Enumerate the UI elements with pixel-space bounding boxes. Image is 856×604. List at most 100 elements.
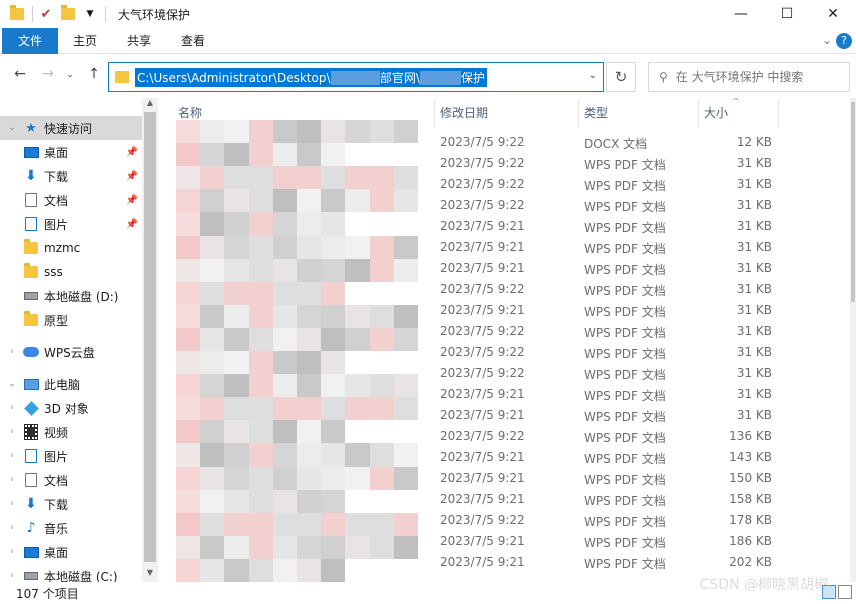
tab-file[interactable]: 文件	[2, 27, 59, 54]
column-divider[interactable]	[434, 100, 435, 126]
sidebar-item-drive-d[interactable]: 本地磁盘 (D:)	[0, 284, 142, 308]
new-folder-icon[interactable]	[59, 5, 77, 23]
expand-icon[interactable]: ›	[6, 403, 18, 413]
expand-icon[interactable]: ›	[6, 547, 18, 557]
sidebar-item-documents-pc[interactable]: › 文档	[0, 468, 142, 492]
table-row[interactable]: 2023/7/5 9:22 DOCX 文档 12 KB	[158, 132, 856, 153]
close-button[interactable]: ✕	[810, 0, 856, 28]
scrollbar-thumb[interactable]	[144, 112, 156, 562]
sidebar-item-downloads-pc[interactable]: › ⬇ 下载	[0, 492, 142, 516]
table-row[interactable]: 2023/7/5 9:21 WPS PDF 文档 31 KB	[158, 300, 856, 321]
sidebar-item-label: 3D 对象	[44, 401, 89, 416]
table-row[interactable]: 2023/7/5 9:22 WPS PDF 文档 136 KB	[158, 426, 856, 447]
file-size: 31 KB	[736, 387, 772, 401]
column-divider[interactable]	[578, 100, 579, 126]
tab-share[interactable]: 共享	[112, 28, 166, 54]
sidebar-item-quick-access[interactable]: ⌄ ★ 快速访问	[0, 116, 142, 140]
column-header-type[interactable]: 类型	[584, 104, 608, 121]
column-header-name[interactable]: 名称	[178, 104, 202, 121]
scroll-down-icon[interactable]: ▼	[142, 568, 158, 582]
expand-icon[interactable]: ›	[6, 499, 18, 509]
expand-ribbon-icon[interactable]: ⌄	[822, 33, 832, 47]
path-end: 保护	[460, 70, 485, 85]
expand-icon[interactable]: ›	[6, 347, 18, 357]
sidebar-item-sss[interactable]: sss	[0, 260, 142, 284]
address-bar[interactable]: C:\Users\Administrator\Desktop\XXXXXX部官网…	[108, 62, 604, 92]
redacted-segment: XXXXXX	[330, 70, 380, 85]
large-icons-view-icon[interactable]	[838, 585, 852, 599]
scrollbar-thumb[interactable]	[851, 102, 855, 302]
folder-icon	[22, 311, 40, 328]
recent-locations-icon[interactable]: ⌄	[60, 70, 80, 80]
sidebar-item-desktop-pc[interactable]: › 桌面	[0, 540, 142, 564]
expand-icon[interactable]: ›	[6, 523, 18, 533]
file-type: WPS PDF 文档	[584, 242, 666, 256]
table-row[interactable]: 2023/7/5 9:22 WPS PDF 文档 31 KB	[158, 342, 856, 363]
sidebar-item-videos[interactable]: › 视频	[0, 420, 142, 444]
table-row[interactable]: 2023/7/5 9:21 WPS PDF 文档 31 KB	[158, 237, 856, 258]
expand-icon[interactable]: ›	[6, 427, 18, 437]
sidebar-item-downloads[interactable]: ⬇ 下载 📌	[0, 164, 142, 188]
table-row[interactable]: 2023/7/5 9:21 WPS PDF 文档 31 KB	[158, 405, 856, 426]
sidebar-item-mzmc[interactable]: mzmc	[0, 236, 142, 260]
table-row[interactable]: 2023/7/5 9:21 WPS PDF 文档 158 KB	[158, 489, 856, 510]
table-row[interactable]: 2023/7/5 9:22 WPS PDF 文档 31 KB	[158, 153, 856, 174]
search-input[interactable]	[675, 70, 836, 84]
tab-home[interactable]: 主页	[58, 28, 112, 54]
details-view-icon[interactable]	[822, 585, 836, 599]
maximize-button[interactable]: ☐	[764, 0, 810, 28]
file-size: 31 KB	[736, 282, 772, 296]
sidebar-item-3d-objects[interactable]: › 3D 对象	[0, 396, 142, 420]
sidebar-item-music[interactable]: › ♪ 音乐	[0, 516, 142, 540]
column-divider[interactable]	[698, 100, 699, 126]
tab-view[interactable]: 查看	[166, 28, 220, 54]
properties-icon[interactable]: ✔	[37, 5, 55, 23]
sidebar-item-drive-c[interactable]: › 本地磁盘 (C:)	[0, 564, 142, 583]
table-row[interactable]: 2023/7/5 9:22 WPS PDF 文档 31 KB	[158, 279, 856, 300]
file-type: WPS PDF 文档	[584, 305, 666, 319]
table-row[interactable]: 2023/7/5 9:22 WPS PDF 文档 178 KB	[158, 510, 856, 531]
table-row[interactable]: 2023/7/5 9:21 WPS PDF 文档 150 KB	[158, 468, 856, 489]
column-header-size[interactable]: 大小	[704, 104, 728, 121]
column-header-date[interactable]: 修改日期	[440, 104, 488, 121]
sidebar-scrollbar[interactable]: ▲ ▼	[142, 98, 158, 582]
table-row[interactable]: 2023/7/5 9:21 WPS PDF 文档 143 KB	[158, 447, 856, 468]
sidebar-item-this-pc[interactable]: ⌄ 此电脑	[0, 372, 142, 396]
table-row[interactable]: 2023/7/5 9:21 WPS PDF 文档 31 KB	[158, 216, 856, 237]
drive-icon	[22, 568, 40, 582]
table-row[interactable]: 2023/7/5 9:21 WPS PDF 文档 31 KB	[158, 258, 856, 279]
table-row[interactable]: 2023/7/5 9:21 WPS PDF 文档 31 KB	[158, 384, 856, 405]
minimize-button[interactable]: —	[718, 0, 764, 28]
address-dropdown-icon[interactable]: ⌄	[589, 70, 597, 81]
table-row[interactable]: 2023/7/5 9:22 WPS PDF 文档 31 KB	[158, 321, 856, 342]
file-size: 31 KB	[736, 366, 772, 380]
expand-icon[interactable]: ›	[6, 571, 18, 581]
forward-arrow-icon[interactable]: →	[38, 66, 58, 82]
table-row[interactable]: 2023/7/5 9:22 WPS PDF 文档 31 KB	[158, 363, 856, 384]
column-divider[interactable]	[778, 100, 779, 126]
customize-toolbar-icon[interactable]: ▼	[81, 5, 99, 23]
scroll-up-icon[interactable]: ▲	[142, 98, 158, 112]
table-row[interactable]: 2023/7/5 9:22 WPS PDF 文档 31 KB	[158, 174, 856, 195]
expand-icon[interactable]: ⌄	[6, 379, 18, 389]
sidebar-item-wps-cloud[interactable]: › WPS云盘	[0, 340, 142, 364]
sidebar-item-desktop[interactable]: 桌面 📌	[0, 140, 142, 164]
expand-icon[interactable]: ›	[6, 451, 18, 461]
help-icon[interactable]: ?	[836, 33, 852, 49]
sidebar-item-pictures[interactable]: 图片 📌	[0, 212, 142, 236]
file-list-scrollbar[interactable]	[850, 98, 856, 582]
address-path[interactable]: C:\Users\Administrator\Desktop\XXXXXX部官网…	[135, 67, 487, 87]
sidebar-item-documents[interactable]: 文档 📌	[0, 188, 142, 212]
table-row[interactable]: 2023/7/5 9:21 WPS PDF 文档 202 KB	[158, 552, 856, 573]
back-arrow-icon[interactable]: ←	[10, 66, 30, 82]
expand-icon[interactable]: ⌄	[6, 123, 18, 133]
up-arrow-icon[interactable]: ↑	[84, 66, 104, 82]
search-box[interactable]: ⚲	[648, 62, 850, 92]
sidebar-item-prototype[interactable]: 原型	[0, 308, 142, 332]
file-list: 名称 修改日期 类型 大小 ^ 2023/7/5 9:22 DOCX 文档 12 K…	[158, 98, 856, 582]
table-row[interactable]: 2023/7/5 9:21 WPS PDF 文档 186 KB	[158, 531, 856, 552]
refresh-button[interactable]: ↻	[606, 62, 636, 92]
table-row[interactable]: 2023/7/5 9:22 WPS PDF 文档 31 KB	[158, 195, 856, 216]
expand-icon[interactable]: ›	[6, 475, 18, 485]
sidebar-item-pictures-pc[interactable]: › 图片	[0, 444, 142, 468]
